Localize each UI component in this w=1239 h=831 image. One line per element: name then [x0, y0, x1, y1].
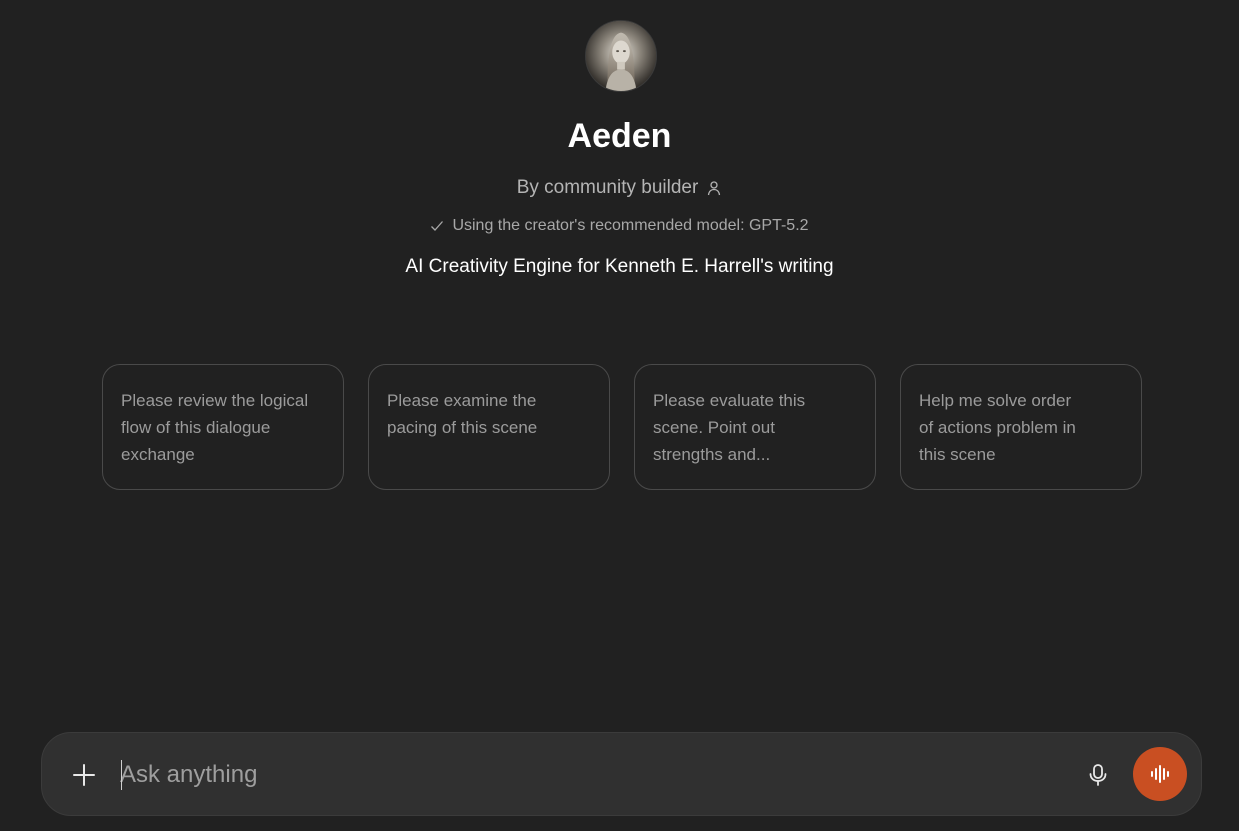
microphone-icon	[1089, 764, 1107, 786]
check-icon	[431, 221, 444, 231]
gpt-landing-page: Aeden By community builder Using the cre…	[0, 0, 1239, 831]
gpt-avatar	[585, 20, 657, 92]
starter-card-4[interactable]: Help me solve order of actions problem i…	[900, 364, 1142, 490]
starter-card-2[interactable]: Please examine the pacing of this scene	[368, 364, 610, 490]
starter-card-1[interactable]: Please review the logical flow of this d…	[102, 364, 344, 490]
starter-card-label: Please evaluate this scene. Point out st…	[653, 391, 806, 464]
starter-card-label: Please review the logical flow of this d…	[121, 391, 309, 464]
starter-card-3[interactable]: Please evaluate this scene. Point out st…	[634, 364, 876, 490]
avatar-portrait-icon	[586, 21, 656, 91]
conversation-starters: Please review the logical flow of this d…	[102, 364, 1142, 490]
message-input[interactable]	[120, 755, 1020, 795]
model-notice: Using the creator's recommended model: G…	[0, 214, 1239, 238]
starter-card-label: Help me solve order of actions problem i…	[919, 391, 1076, 464]
plus-icon	[73, 764, 95, 786]
gpt-name: Aeden	[567, 117, 672, 155]
gpt-byline[interactable]: By community builder	[0, 174, 1239, 202]
attach-button[interactable]	[64, 755, 104, 795]
starter-card-label: Please examine the pacing of this scene	[387, 391, 538, 437]
gpt-description: AI Creativity Engine for Kenneth E. Harr…	[405, 256, 834, 277]
model-notice-text: Using the creator's recommended model: G…	[452, 217, 809, 234]
voice-waveform-icon	[1151, 765, 1169, 783]
message-composer	[41, 732, 1202, 816]
byline-text: By community builder	[516, 177, 699, 198]
text-caret	[121, 760, 122, 790]
dictate-button[interactable]	[1078, 755, 1118, 795]
person-icon	[708, 181, 721, 196]
voice-mode-button[interactable]	[1133, 747, 1187, 801]
